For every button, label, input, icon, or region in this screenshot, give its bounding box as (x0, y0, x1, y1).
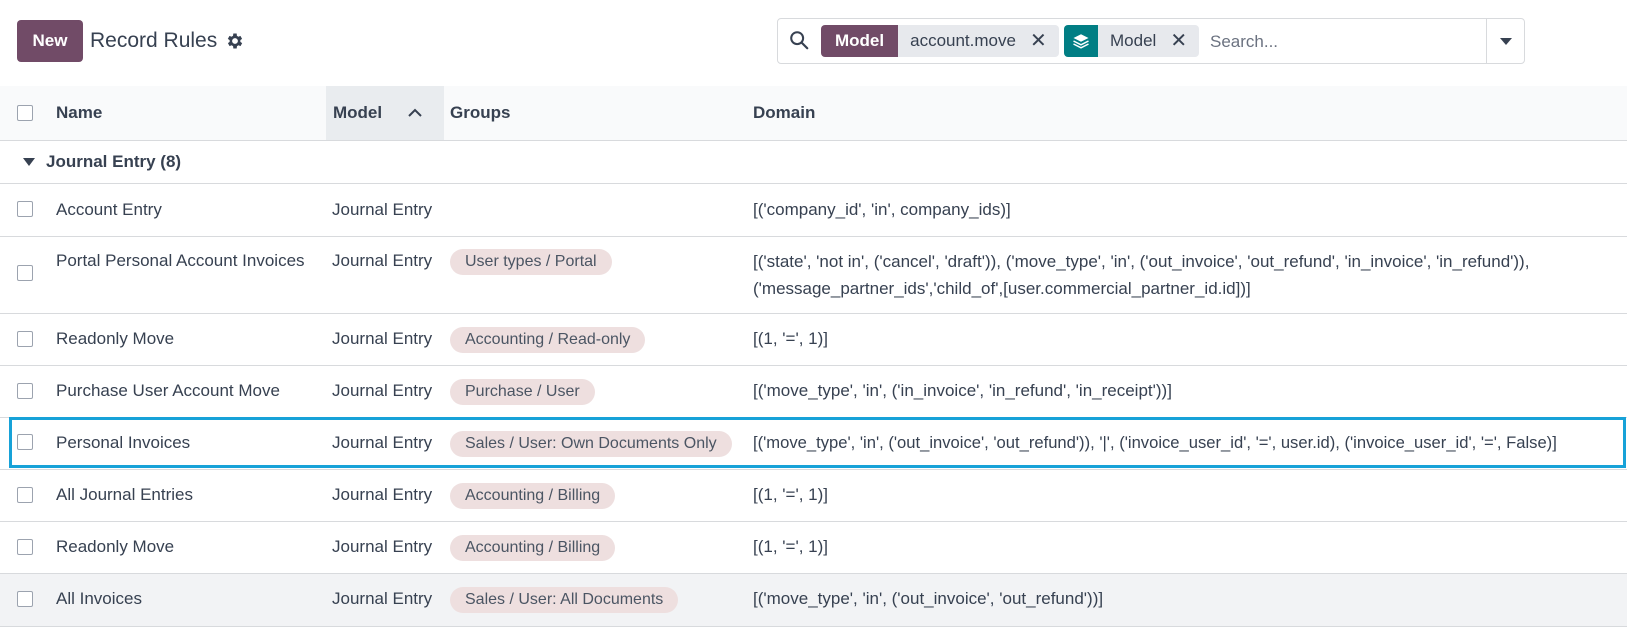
group-tag: Accounting / Billing (450, 535, 616, 561)
chevron-up-icon (408, 108, 422, 117)
row-checkbox[interactable] (17, 539, 33, 555)
row-model: Journal Entry (332, 251, 433, 270)
group-label: Journal Entry (8) (46, 152, 182, 171)
control-panel: New Record Rules Model account.move ✕ Mo… (0, 0, 1627, 87)
row-name: Account Entry (56, 200, 162, 219)
table-row[interactable]: All Invoices Journal Entry Sales / User:… (0, 574, 1627, 627)
row-domain: [('company_id', 'in', company_ids)] (753, 200, 1011, 219)
caret-down-icon (23, 158, 35, 166)
row-name: All Journal Entries (56, 485, 194, 504)
row-domain: [(1, '=', 1)] (753, 537, 828, 556)
row-checkbox[interactable] (17, 487, 33, 503)
search-facet-model: Model account.move ✕ (821, 25, 1059, 57)
group-row[interactable]: Journal Entry (8) (0, 141, 1627, 184)
row-checkbox[interactable] (17, 265, 33, 281)
group-tag: Sales / User: Own Documents Only (450, 431, 732, 457)
row-checkbox[interactable] (17, 383, 33, 399)
group-tag: Purchase / User (450, 379, 595, 405)
layers-icon (1064, 25, 1098, 57)
column-header-model[interactable]: Model (326, 86, 444, 140)
row-name: Portal Personal Account Invoices (56, 251, 305, 270)
table-row[interactable]: Account Entry Journal Entry [('company_i… (0, 184, 1627, 237)
close-icon[interactable]: ✕ (1170, 31, 1187, 51)
row-checkbox[interactable] (17, 591, 33, 607)
facet-label: Model (821, 25, 899, 57)
row-model: Journal Entry (332, 381, 433, 400)
row-name: All Invoices (56, 589, 142, 608)
row-name: Readonly Move (56, 537, 175, 556)
row-name: Readonly Move (56, 329, 175, 348)
row-domain: [(1, '=', 1)] (753, 329, 828, 348)
new-button[interactable]: New (17, 20, 83, 62)
row-checkbox[interactable] (17, 434, 33, 450)
table-row[interactable]: Personal Invoices Journal Entry Sales / … (0, 418, 1627, 470)
row-domain: [('move_type', 'in', ('out_invoice', 'ou… (753, 433, 1557, 452)
select-all-checkbox[interactable] (17, 105, 33, 121)
row-checkbox[interactable] (17, 201, 33, 217)
row-model: Journal Entry (332, 329, 433, 348)
facet-value: Model (1110, 31, 1157, 50)
column-header-groups[interactable]: Groups (450, 86, 510, 140)
caret-down-icon (1499, 37, 1512, 45)
table-row[interactable]: Purchase User Account Move Journal Entry… (0, 366, 1627, 418)
group-tag: User types / Portal (450, 249, 612, 275)
row-domain: [('move_type', 'in', ('out_invoice', 'ou… (753, 589, 1104, 608)
group-tag: Accounting / Read-only (450, 327, 646, 353)
row-name: Purchase User Account Move (56, 381, 280, 400)
group-tag: Sales / User: All Documents (450, 587, 679, 613)
search-options-toggle[interactable] (1486, 19, 1524, 63)
row-model: Journal Entry (332, 589, 433, 608)
row-model: Journal Entry (332, 433, 433, 452)
table-row[interactable]: Readonly Move Journal Entry Accounting /… (0, 522, 1627, 574)
row-domain-line: ('message_partner_ids','child_of',[user.… (753, 279, 1251, 298)
table-row[interactable]: All Journal Entries Journal Entry Accoun… (0, 470, 1627, 522)
table-row[interactable]: Readonly Move Journal Entry Accounting /… (0, 314, 1627, 366)
column-header-domain[interactable]: Domain (753, 86, 815, 140)
page-title: Record Rules (90, 29, 218, 52)
search-icon (790, 31, 809, 50)
column-header-name[interactable]: Name (56, 86, 102, 140)
row-model: Journal Entry (332, 485, 433, 504)
group-tag: Accounting / Billing (450, 483, 616, 509)
column-header-model-label: Model (333, 103, 383, 122)
row-domain: [(1, '=', 1)] (753, 485, 828, 504)
search-facet-groupby: Model ✕ (1064, 25, 1200, 57)
facet-value: account.move (910, 31, 1016, 50)
row-domain: [('state', 'not in', ('cancel', 'draft')… (753, 248, 1529, 302)
row-checkbox[interactable] (17, 331, 33, 347)
table-row[interactable]: Portal Personal Account Invoices Journal… (0, 237, 1627, 314)
gear-icon[interactable] (225, 31, 245, 51)
row-model: Journal Entry (332, 537, 433, 556)
row-model: Journal Entry (332, 200, 433, 219)
row-domain: [('move_type', 'in', ('in_invoice', 'in_… (753, 381, 1172, 400)
close-icon[interactable]: ✕ (1030, 31, 1047, 51)
search-bar: Model account.move ✕ Model ✕ (777, 18, 1525, 64)
row-domain-line: [('state', 'not in', ('cancel', 'draft')… (753, 252, 1530, 271)
search-input[interactable] (1208, 27, 1472, 57)
table-header: Name Model Groups Domain (0, 86, 1627, 141)
row-name: Personal Invoices (56, 433, 191, 452)
